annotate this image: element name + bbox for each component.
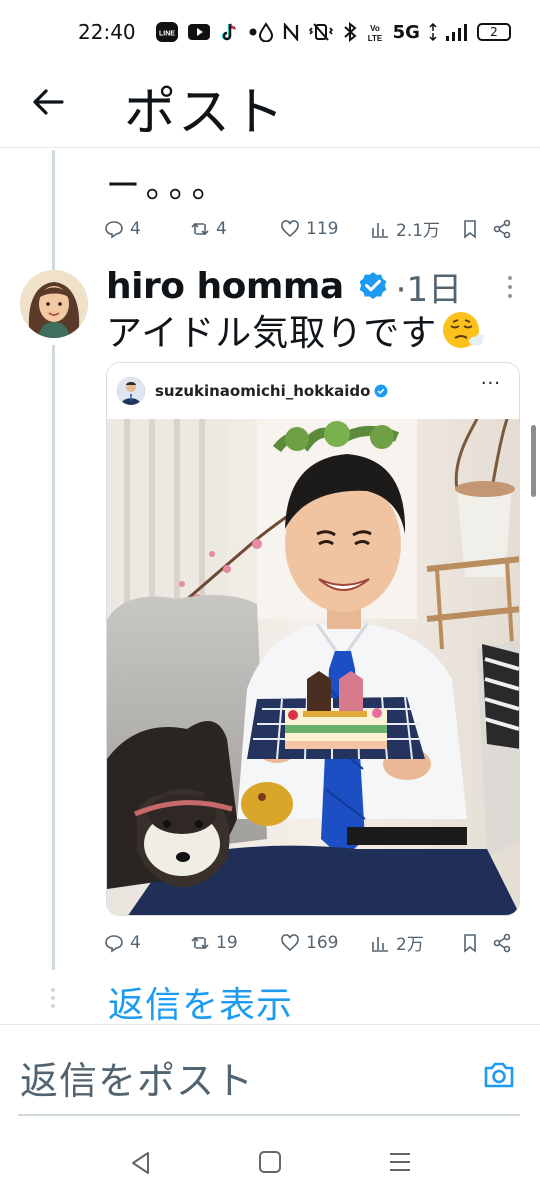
share-button[interactable] bbox=[492, 219, 516, 239]
battery-icon: 2 bbox=[476, 23, 511, 41]
post-actions: 4 19 169 2万 bbox=[104, 930, 516, 955]
views-chart-icon bbox=[372, 222, 388, 238]
avatar-illustration bbox=[20, 270, 88, 338]
system-navigation-bar bbox=[0, 1130, 540, 1199]
bookmark-button[interactable] bbox=[460, 219, 492, 239]
show-replies-link[interactable]: 返信を表示 bbox=[108, 976, 293, 1028]
thread-line bbox=[52, 150, 55, 270]
reply-compose-input[interactable]: 返信をポスト bbox=[20, 1050, 254, 1105]
page-title: ポスト bbox=[124, 83, 287, 143]
repost-count: 4 bbox=[216, 218, 227, 239]
like-button[interactable]: 169 bbox=[280, 933, 370, 953]
nav-recents-icon[interactable] bbox=[388, 1150, 412, 1174]
user-name[interactable]: hiro homma bbox=[106, 266, 344, 307]
reply-count: 4 bbox=[130, 932, 141, 953]
svg-text:Vo: Vo bbox=[370, 24, 380, 33]
repost-count: 19 bbox=[216, 932, 238, 953]
embedded-avatar-illustration bbox=[117, 377, 145, 405]
system-icons: Vo LTE 5G 2 bbox=[258, 21, 511, 43]
svg-text:LINE: LINE bbox=[159, 31, 175, 38]
dot-icon bbox=[249, 28, 257, 36]
reply-icon bbox=[105, 220, 123, 238]
network-type: 5G bbox=[392, 21, 420, 43]
views-chart-icon bbox=[372, 936, 388, 952]
repost-icon bbox=[191, 936, 209, 949]
repost-button[interactable]: 4 bbox=[190, 219, 280, 239]
camera-icon[interactable] bbox=[482, 1058, 516, 1092]
status-time: 22:40 bbox=[78, 20, 136, 44]
data-arrows-icon bbox=[429, 23, 437, 41]
data-saver-icon bbox=[258, 22, 273, 42]
user-avatar[interactable] bbox=[20, 270, 88, 338]
share-icon bbox=[493, 933, 511, 952]
embedded-handle: suzukinaomichi_hokkaido bbox=[155, 382, 371, 400]
views-button[interactable]: 2万 bbox=[370, 930, 460, 955]
bookmark-icon bbox=[464, 219, 476, 239]
top-app-bar: ポスト bbox=[0, 64, 540, 148]
status-bar: 22:40 LINE Vo LTE 5G 2 bbox=[0, 0, 540, 64]
signal-icon bbox=[445, 24, 467, 41]
thread-continuation-dots bbox=[51, 988, 57, 1012]
bookmark-icon bbox=[464, 933, 476, 953]
svg-text:LTE: LTE bbox=[367, 34, 382, 43]
reply-button[interactable]: 4 bbox=[104, 219, 190, 239]
embedded-user-avatar bbox=[117, 377, 145, 405]
tiktok-icon bbox=[221, 23, 236, 41]
back-arrow-icon[interactable] bbox=[28, 82, 68, 122]
post-text: アイドル気取りです bbox=[106, 313, 438, 354]
compose-underline bbox=[18, 1114, 520, 1116]
previous-post-text: ー。。。 bbox=[106, 166, 232, 206]
embedded-photo[interactable] bbox=[107, 419, 520, 916]
volte-icon: VoLTE bbox=[367, 24, 382, 43]
views-button[interactable]: 2.1万 bbox=[370, 216, 460, 241]
like-count: 169 bbox=[306, 932, 339, 953]
heart-icon bbox=[281, 219, 299, 237]
post-text-row: アイドル気取りです bbox=[106, 304, 485, 356]
share-button[interactable] bbox=[492, 933, 516, 953]
youtube-icon bbox=[187, 24, 210, 40]
vibrate-icon bbox=[308, 23, 333, 41]
views-count: 2.1万 bbox=[396, 221, 441, 241]
embedded-post-header: suzukinaomichi_hokkaido ··· bbox=[107, 363, 519, 419]
share-icon bbox=[493, 219, 511, 238]
embedded-post-card[interactable]: suzukinaomichi_hokkaido ··· bbox=[106, 362, 520, 916]
views-count: 2万 bbox=[396, 935, 424, 955]
previous-post-actions: 4 4 119 2.1万 bbox=[104, 216, 516, 241]
bluetooth-icon bbox=[343, 22, 357, 42]
nav-home-icon[interactable] bbox=[258, 1150, 282, 1174]
heart-icon bbox=[281, 933, 299, 951]
embedded-more-icon[interactable]: ··· bbox=[481, 373, 501, 394]
scrollbar-thumb[interactable] bbox=[531, 425, 536, 497]
tired-face-emoji-icon bbox=[443, 312, 485, 348]
reply-icon bbox=[105, 934, 123, 952]
repost-button[interactable]: 19 bbox=[190, 933, 280, 953]
verified-badge-icon bbox=[359, 271, 386, 299]
line-icon: LINE bbox=[155, 22, 178, 42]
reply-button[interactable]: 4 bbox=[104, 933, 190, 953]
thread-line bbox=[52, 345, 55, 970]
nav-back-icon[interactable] bbox=[128, 1150, 154, 1176]
like-button[interactable]: 119 bbox=[280, 219, 370, 239]
bookmark-button[interactable] bbox=[460, 933, 492, 953]
like-count: 119 bbox=[306, 218, 339, 239]
embedded-verified-icon bbox=[375, 384, 388, 398]
more-options-icon[interactable] bbox=[508, 276, 516, 303]
nfc-icon bbox=[283, 23, 298, 41]
repost-icon bbox=[191, 222, 209, 235]
compose-divider bbox=[0, 1024, 540, 1025]
reply-count: 4 bbox=[130, 218, 141, 239]
notification-icons: LINE bbox=[155, 22, 258, 42]
